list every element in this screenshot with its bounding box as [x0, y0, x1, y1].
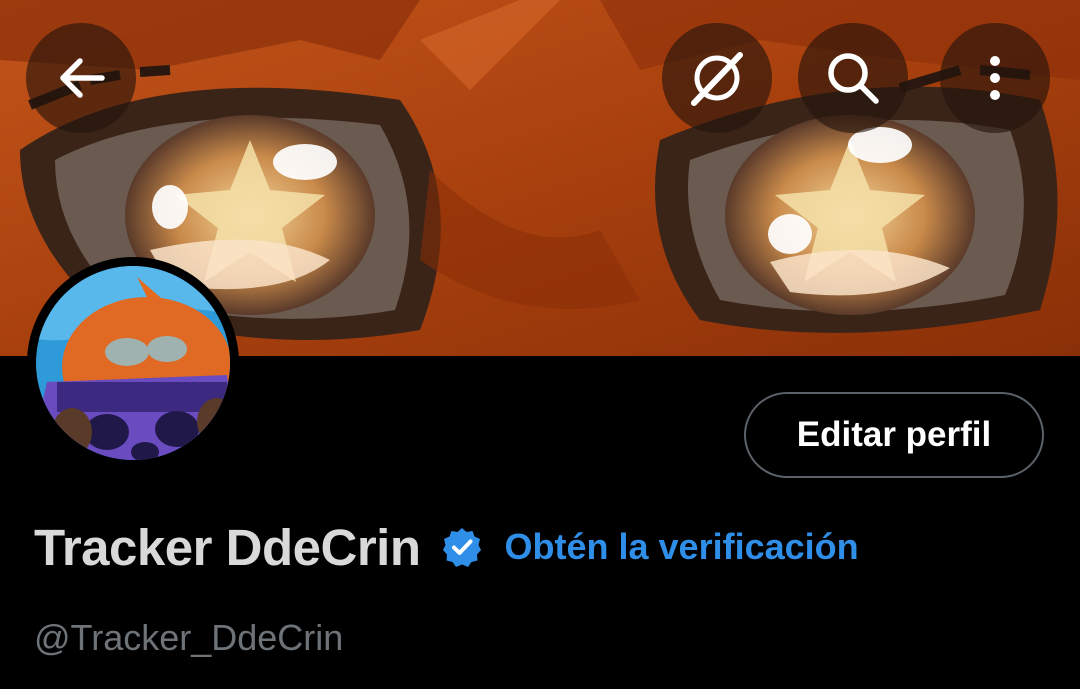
back-button[interactable] — [26, 23, 136, 133]
get-verified-link[interactable]: Obtén la verificación — [505, 526, 859, 568]
more-options-button[interactable] — [940, 23, 1050, 133]
display-name: Tracker DdeCrin — [34, 518, 421, 576]
profile-handle: @Tracker_DdeCrin — [34, 617, 344, 658]
more-vertical-icon — [990, 56, 1000, 100]
arrow-left-icon — [60, 58, 105, 98]
avatar-image — [36, 266, 230, 460]
profile-name-row: Tracker DdeCrin Obtén la verificación — [34, 515, 859, 579]
search-button[interactable] — [798, 23, 908, 133]
grok-icon — [691, 52, 743, 106]
edit-profile-button[interactable]: Editar perfil — [744, 392, 1044, 478]
search-icon — [828, 53, 879, 104]
verified-badge-icon — [441, 526, 483, 568]
profile-avatar[interactable] — [27, 257, 239, 469]
grok-button[interactable] — [662, 23, 772, 133]
